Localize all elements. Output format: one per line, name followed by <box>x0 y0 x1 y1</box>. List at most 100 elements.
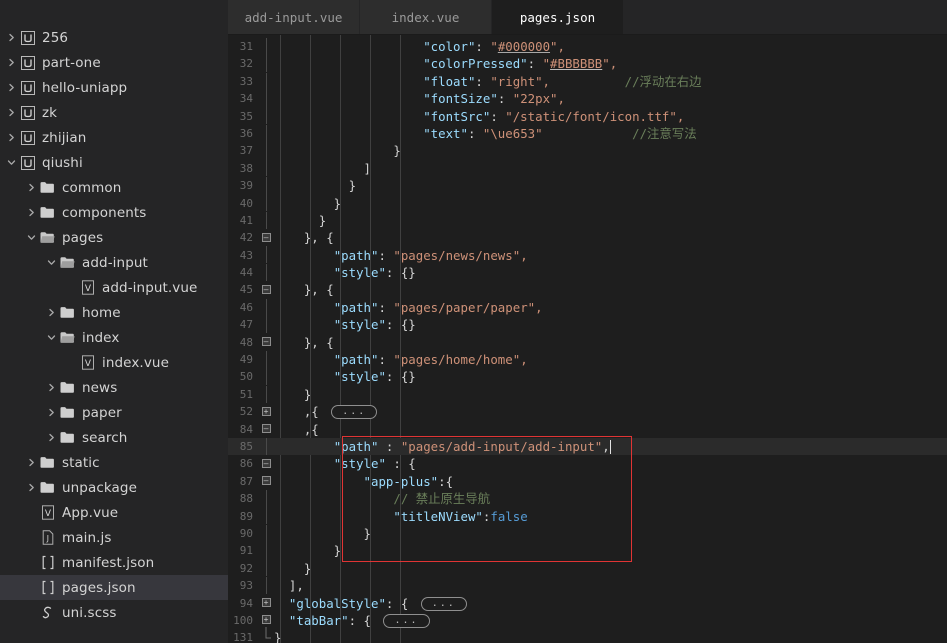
code-line[interactable]: 49 "path": "pages/home/home", <box>228 350 947 368</box>
chevron-right-icon[interactable] <box>44 408 58 417</box>
code-line[interactable]: 51 } <box>228 385 947 403</box>
collapsed-fold-widget[interactable]: ... <box>420 596 467 611</box>
code-line[interactable]: 93 ], <box>228 576 947 594</box>
sidebar-item-index[interactable]: index <box>0 325 228 350</box>
code-line[interactable]: 100 + "tabBar": { ... <box>228 612 947 629</box>
code-line-text: "style": {} <box>333 317 416 333</box>
chevron-right-icon[interactable] <box>24 458 38 467</box>
code-line[interactable]: 87– "app-plus":{ <box>228 473 947 490</box>
chevron-right-icon[interactable] <box>44 383 58 392</box>
sidebar-item-256[interactable]: 256 <box>0 25 228 50</box>
sidebar-item-zk[interactable]: zk <box>0 100 228 125</box>
chevron-down-icon[interactable] <box>4 158 18 167</box>
collapsed-fold-widget[interactable]: ... <box>331 405 378 420</box>
chevron-right-icon[interactable] <box>4 33 18 42</box>
sidebar-item-qiushi[interactable]: qiushi <box>0 150 228 175</box>
sidebar-item-add-input[interactable]: add-input <box>0 250 228 275</box>
code-line[interactable]: 94 + "globalStyle": { ... <box>228 595 947 612</box>
chevron-right-icon[interactable] <box>44 308 58 317</box>
code-line[interactable]: 52 + ,{ ... <box>228 403 947 420</box>
chevron-down-icon[interactable] <box>44 333 58 342</box>
sidebar-item-search[interactable]: search <box>0 425 228 450</box>
code-line[interactable]: 41 } <box>228 211 947 229</box>
sidebar-item-manifest-json[interactable]: manifest.json <box>0 550 228 575</box>
sidebar-item-pages[interactable]: pages <box>0 225 228 250</box>
code-line[interactable]: 92 } <box>228 559 947 577</box>
code-line[interactable]: 91 } <box>228 542 947 560</box>
code-editor[interactable]: 31 "color": "#000000", 32 "colorPressed":… <box>228 35 947 643</box>
code-line[interactable]: 34 "fontSize": "22px", <box>228 89 947 107</box>
code-line[interactable]: 31 "color": "#000000", <box>228 37 947 55</box>
fold-expand-icon[interactable]: + <box>258 595 274 612</box>
chevron-right-icon[interactable] <box>4 108 18 117</box>
sidebar-item-common[interactable]: common <box>0 175 228 200</box>
code-line[interactable]: 48– }, { <box>228 334 947 351</box>
code-line[interactable]: 131} <box>228 626 947 643</box>
code-line[interactable]: 86– "style" : { <box>228 455 947 472</box>
sidebar-item-app-vue[interactable]: V App.vue <box>0 500 228 525</box>
sidebar-item-label: manifest.json <box>62 554 155 571</box>
code-line[interactable]: 36 "text": "\ue653" //注意写法 <box>228 124 947 142</box>
code-line[interactable]: 46 "path": "pages/paper/paper", <box>228 298 947 316</box>
code-line[interactable]: 89 "titleNView":false <box>228 507 947 525</box>
chevron-right-icon[interactable] <box>4 83 18 92</box>
editor-tab-pages-json[interactable]: pages.json <box>492 0 624 34</box>
sidebar-item-zhijian[interactable]: zhijian <box>0 125 228 150</box>
sidebar-item-static[interactable]: static <box>0 450 228 475</box>
chevron-right-icon[interactable] <box>44 433 58 442</box>
sidebar-item-main-js[interactable]: Jmain.js <box>0 525 228 550</box>
code-line[interactable]: 38 ] <box>228 159 947 177</box>
code-line[interactable]: 47 "style": {} <box>228 316 947 333</box>
code-line[interactable]: 37 } <box>228 142 947 160</box>
fold-collapse-icon[interactable]: – <box>258 455 274 472</box>
editor-tab-add-input-vue[interactable]: add-input.vue <box>228 0 360 34</box>
code-line-text: } <box>274 630 282 643</box>
sidebar-item-news[interactable]: news <box>0 375 228 400</box>
sidebar-item-index-vue[interactable]: Vindex.vue <box>0 350 228 375</box>
code-line[interactable]: 42– }, { <box>228 229 947 246</box>
sidebar-item-home[interactable]: home <box>0 300 228 325</box>
code-line[interactable]: 45– }, { <box>228 281 947 298</box>
chevron-right-icon[interactable] <box>4 58 18 67</box>
code-line[interactable]: 39 } <box>228 176 947 194</box>
collapsed-fold-widget[interactable]: ... <box>383 613 430 628</box>
chevron-right-icon[interactable] <box>24 483 38 492</box>
sidebar-item-unpackage[interactable]: unpackage <box>0 475 228 500</box>
sidebar-item-add-input-vue[interactable]: Vadd-input.vue <box>0 275 228 300</box>
fold-collapse-icon[interactable]: – <box>258 281 274 298</box>
file-explorer-sidebar[interactable]: 256 part-one hello-uniapp zk zhijian qiushi co… <box>0 0 228 643</box>
code-line[interactable]: 84– ,{ <box>228 421 947 438</box>
code-line-text: ] <box>274 160 371 176</box>
code-line[interactable]: 32 "colorPressed": "#BBBBBB", <box>228 55 947 73</box>
chevron-right-icon[interactable] <box>4 133 18 142</box>
editor-tabbar[interactable]: add-input.vue index.vue pages.json <box>228 0 947 35</box>
project-icon <box>18 105 37 121</box>
chevron-down-icon[interactable] <box>44 258 58 267</box>
code-line[interactable]: 88 // 禁止原生导航 <box>228 489 947 507</box>
code-line[interactable]: 35 "fontSrc": "/static/font/icon.ttf", <box>228 107 947 125</box>
fold-collapse-icon[interactable]: – <box>258 229 274 246</box>
code-line-text: "color": "#000000", <box>423 39 565 54</box>
code-line[interactable]: 50 "style": {} <box>228 368 947 386</box>
fold-collapse-icon[interactable]: – <box>258 473 274 490</box>
editor-tab-index-vue[interactable]: index.vue <box>360 0 492 34</box>
fold-collapse-icon[interactable]: – <box>258 334 274 351</box>
sidebar-item-pages-json[interactable]: pages.json <box>0 575 228 600</box>
sidebar-item-part-one[interactable]: part-one <box>0 50 228 75</box>
code-line[interactable]: 43 "path": "pages/news/news", <box>228 246 947 264</box>
code-line[interactable]: 33 "float": "right", //浮动在右边 <box>228 72 947 90</box>
chevron-down-icon[interactable] <box>24 233 38 242</box>
sidebar-item-components[interactable]: components <box>0 200 228 225</box>
sidebar-item-uni-scss[interactable]: uni.scss <box>0 600 228 625</box>
code-line[interactable]: 44 "style": {} <box>228 263 947 281</box>
code-line-text: } <box>274 212 327 228</box>
fold-expand-icon[interactable]: + <box>258 403 274 420</box>
code-line[interactable]: 85 "path" : "pages/add-input/add-input", <box>228 437 947 456</box>
sidebar-item-hello-uniapp[interactable]: hello-uniapp <box>0 75 228 100</box>
sidebar-item-paper[interactable]: paper <box>0 400 228 425</box>
fold-collapse-icon[interactable]: – <box>258 421 274 438</box>
code-line[interactable]: 40 } <box>228 194 947 212</box>
code-line[interactable]: 90 } <box>228 524 947 542</box>
chevron-right-icon[interactable] <box>24 183 38 192</box>
chevron-right-icon[interactable] <box>24 208 38 217</box>
